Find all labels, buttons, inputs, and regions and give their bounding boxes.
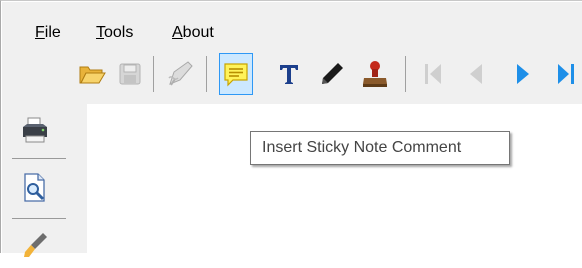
toolbar-separator (206, 56, 207, 92)
document-canvas[interactable] (87, 104, 582, 253)
text-tool-button[interactable] (272, 53, 306, 95)
menu-tools-label: ools (104, 24, 134, 41)
open-button[interactable] (75, 53, 109, 95)
stamp-button[interactable] (358, 53, 392, 95)
print-button[interactable] (11, 108, 59, 152)
toolbar-separator (405, 56, 406, 92)
menu-file-accel: F (35, 24, 45, 41)
menu-bar: File Tools About (2, 2, 582, 46)
signature-pen-icon (168, 61, 193, 86)
sticky-note-icon (224, 63, 248, 87)
print-preview-icon (24, 173, 45, 202)
next-page-icon (517, 64, 529, 84)
sticky-note-tooltip: Insert Sticky Note Comment (250, 131, 510, 165)
last-page-button[interactable] (549, 53, 582, 95)
toolbar-separator (153, 56, 154, 92)
printer-icon (23, 117, 47, 143)
menu-file[interactable]: File (35, 23, 61, 43)
save-button[interactable] (113, 53, 147, 95)
brush-button[interactable] (11, 224, 59, 268)
next-page-button[interactable] (506, 53, 540, 95)
previous-page-icon (470, 64, 482, 84)
text-t-icon (280, 65, 298, 84)
save-disk-icon (119, 63, 141, 85)
menu-about-label: bout (182, 24, 214, 41)
pencil-button[interactable] (315, 53, 349, 95)
menu-tools[interactable]: Tools (96, 23, 133, 43)
side-toolbar (2, 104, 87, 257)
menu-file-label: ile (44, 24, 61, 41)
print-preview-button[interactable] (11, 166, 59, 210)
pencil-icon (322, 63, 343, 84)
first-page-button[interactable] (416, 53, 450, 95)
last-page-icon (558, 64, 574, 84)
signature-button[interactable] (163, 53, 197, 95)
brush-icon (24, 233, 47, 257)
side-separator (12, 218, 66, 219)
app-window: File Tools About Insert Sticky Note Comm… (0, 0, 582, 257)
stamp-icon (363, 61, 387, 87)
first-page-icon (425, 64, 441, 84)
sticky-note-button[interactable] (219, 53, 253, 95)
main-toolbar (2, 46, 582, 104)
menu-about-accel: A (172, 24, 183, 41)
open-folder-icon (79, 66, 106, 84)
side-separator (12, 158, 66, 159)
previous-page-button[interactable] (459, 53, 493, 95)
menu-tools-accel: T (96, 24, 104, 41)
menu-about[interactable]: About (172, 23, 214, 43)
